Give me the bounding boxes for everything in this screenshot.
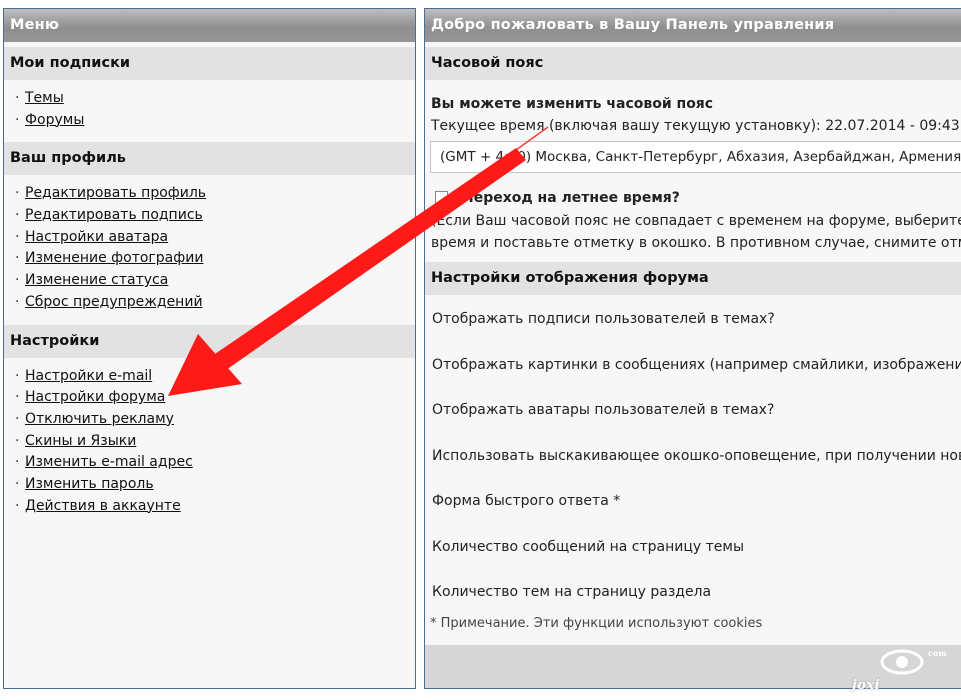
link-change-email[interactable]: Изменить e-mail адрес <box>25 454 193 470</box>
link-disable-ads[interactable]: Отключить рекламу <box>25 411 174 427</box>
timezone-note-line-1: (Если Ваш часовой пояс не совпадает с вр… <box>431 213 961 229</box>
cookies-footnote: * Примечание. Эти функции используют coo… <box>430 615 763 631</box>
profile-list: · Редактировать профиль · Редактировать по… <box>4 175 415 319</box>
menu-item: · Темы <box>15 88 415 110</box>
section-timezone: Часовой пояс <box>425 47 961 80</box>
menu-item: · Скины и Языки <box>15 431 415 453</box>
bullet-icon: · <box>15 432 20 449</box>
bullet-icon: · <box>15 497 20 514</box>
menu-item: · Изменить e-mail адрес <box>15 452 415 474</box>
link-forum-settings[interactable]: Настройки форума <box>25 389 165 405</box>
watermark: com joxi <box>852 646 958 696</box>
menu-item: · Редактировать профиль <box>15 183 415 205</box>
menu-item: · Сброс предупреждений <box>15 292 415 314</box>
menu-item: · Настройки аватара <box>15 227 415 249</box>
bullet-icon: · <box>15 367 20 384</box>
link-email-settings[interactable]: Настройки e-mail <box>25 368 152 384</box>
current-time: Текущее время (включая вашу текущую уста… <box>431 118 960 134</box>
link-edit-profile[interactable]: Редактировать профиль <box>25 185 206 201</box>
menu-item: · Изменение статуса <box>15 270 415 292</box>
subscriptions-list: · Темы · Форумы <box>4 80 415 137</box>
section-settings: Настройки <box>4 324 415 358</box>
link-change-photo[interactable]: Изменение фотографии <box>25 250 203 266</box>
menu-title: Меню <box>4 9 415 42</box>
settings-list: · Настройки e-mail · Настройки форума · Отк… <box>4 358 415 524</box>
setting-topics-per-page: Количество тем на страницу раздела <box>432 584 712 600</box>
watermark-eye-icon <box>880 649 924 675</box>
bullet-icon: · <box>15 410 20 427</box>
control-panel: Добро пожаловать в Вашу Панель управлени… <box>424 8 961 689</box>
link-edit-signature[interactable]: Редактировать подпись <box>25 207 203 223</box>
bullet-icon: · <box>15 475 20 492</box>
dst-checkbox[interactable] <box>435 191 448 204</box>
watermark-text: joxi <box>852 678 881 693</box>
setting-posts-per-page: Количество сообщений на страницу темы <box>432 538 745 555</box>
setting-quick-reply: Форма быстрого ответа * <box>432 493 621 509</box>
menu-item: · Действия в аккаунте <box>15 496 415 518</box>
bullet-icon: · <box>15 228 20 245</box>
link-account-actions[interactable]: Действия в аккаунте <box>25 498 181 514</box>
bullet-icon: · <box>15 293 20 310</box>
dst-label: Переход на летнее время? <box>462 190 680 206</box>
section-subscriptions: Мои подписки <box>4 47 415 80</box>
link-reset-warnings[interactable]: Сброс предупреждений <box>25 294 203 310</box>
link-change-password[interactable]: Изменить пароль <box>25 476 154 492</box>
menu-item: · Редактировать подпись <box>15 205 415 227</box>
bullet-icon: · <box>15 454 20 471</box>
timezone-note-line-2: время и поставьте отметку в окошко. В пр… <box>431 234 961 251</box>
setting-show-avatars: Отображать аватары пользователей в темах… <box>432 402 775 418</box>
menu-item: · Форумы <box>15 110 415 132</box>
section-profile: Ваш профиль <box>4 142 415 176</box>
setting-popup-notify: Использовать выскакивающее окошко-оповещ… <box>432 447 961 464</box>
menu-item: · Изменить пароль <box>15 474 415 496</box>
bullet-icon: · <box>15 90 20 106</box>
timezone-heading: Вы можете изменить часовой пояс <box>431 96 714 112</box>
dst-row: Переход на летнее время? <box>425 188 961 208</box>
watermark-suffix: com <box>928 648 947 658</box>
section-display: Настройки отображения форума <box>425 262 961 295</box>
bullet-icon: · <box>15 207 20 224</box>
bullet-icon: · <box>15 185 20 202</box>
setting-show-images: Отображать картинки в сообщениях (наприм… <box>432 356 961 373</box>
bullet-icon: · <box>15 272 20 289</box>
control-panel-title: Добро пожаловать в Вашу Панель управлени… <box>425 9 961 42</box>
timezone-select[interactable]: (GMT + 4:00) Москва, Санкт-Петербург, Аб… <box>430 141 961 173</box>
bullet-icon: · <box>15 111 20 128</box>
menu-item: · Изменение фотографии <box>15 248 415 270</box>
link-forums[interactable]: Форумы <box>25 112 84 128</box>
menu-item: · Отключить рекламу <box>15 409 415 431</box>
bullet-icon: · <box>15 250 20 267</box>
bullet-icon: · <box>15 389 20 406</box>
link-skins-languages[interactable]: Скины и Языки <box>25 433 136 449</box>
link-topics[interactable]: Темы <box>25 90 64 106</box>
menu-item: · Настройки e-mail <box>15 366 415 388</box>
link-change-status[interactable]: Изменение статуса <box>25 272 168 288</box>
link-avatar-settings[interactable]: Настройки аватара <box>25 229 168 245</box>
menu-panel: Меню Мои подписки · Темы · Форумы Ваш проф… <box>3 8 416 689</box>
menu-item: · Настройки форума <box>15 387 415 409</box>
setting-show-signatures: Отображать подписи пользователей в темах… <box>432 311 775 327</box>
